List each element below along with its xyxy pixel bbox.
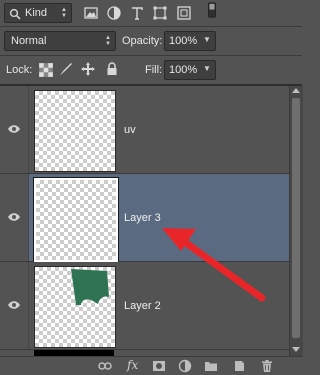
layers-bottom-toolbar: fx	[0, 356, 302, 375]
add-mask-icon[interactable]	[152, 359, 166, 373]
scroll-down-icon[interactable]	[292, 347, 300, 352]
new-adjustment-layer-icon[interactable]	[178, 359, 192, 373]
fx-icon[interactable]: fx	[127, 358, 138, 372]
link-layers-icon[interactable]	[98, 359, 112, 373]
new-group-icon[interactable]	[204, 359, 218, 373]
delete-layer-icon[interactable]	[260, 359, 274, 373]
new-layer-icon[interactable]	[232, 359, 246, 373]
scroll-up-icon[interactable]	[292, 88, 300, 93]
scrollbar-thumb[interactable]	[292, 98, 300, 338]
red-arrow-annotation	[162, 228, 266, 302]
layers-scrollbar[interactable]	[289, 86, 303, 356]
